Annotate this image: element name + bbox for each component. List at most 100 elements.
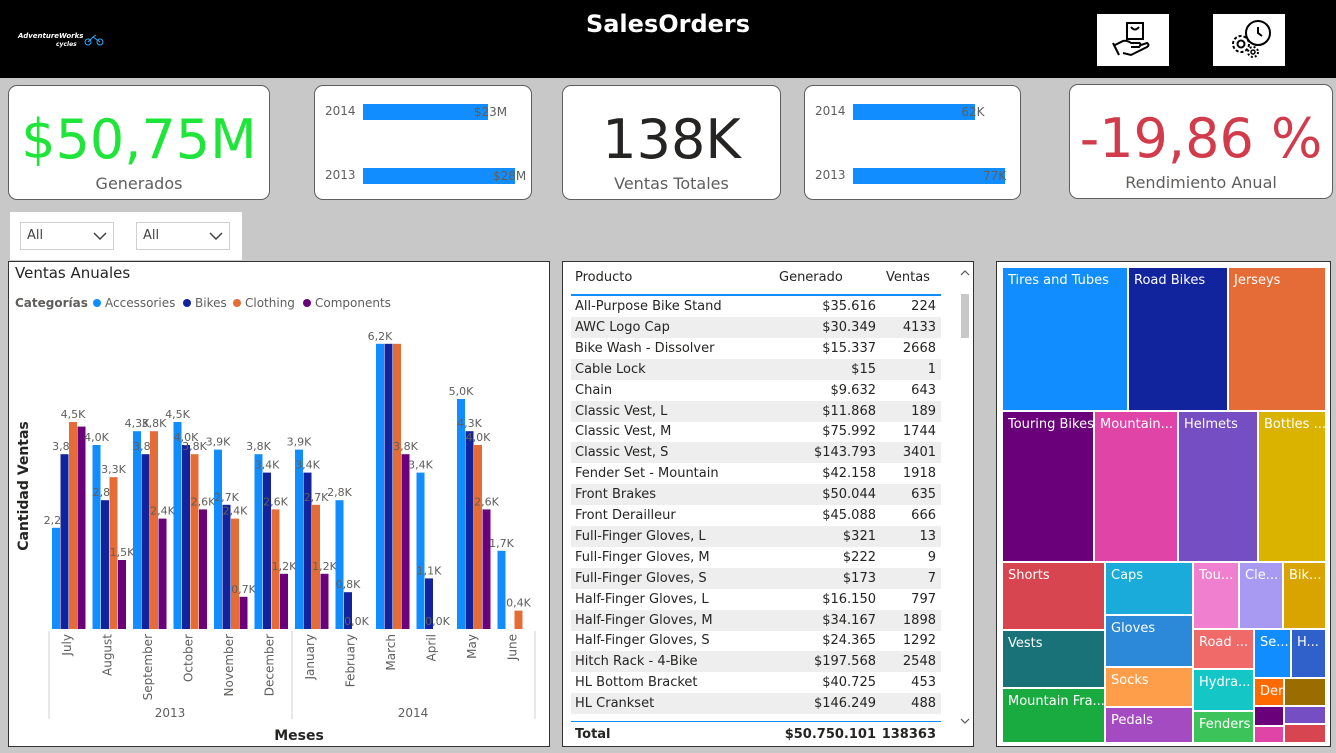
table-row[interactable]: Chain $9.632 643 (571, 380, 941, 401)
year-label: 2014 (815, 104, 846, 118)
table-row[interactable]: Full-Finger Gloves, M $222 9 (571, 547, 941, 568)
table-row[interactable]: AWC Logo Cap $30.349 4133 (571, 316, 941, 338)
data-label: 4,0K (466, 431, 491, 444)
table-row[interactable]: Fender Set - Mountain $42.158 1918 (571, 463, 941, 484)
revenue-cell: $11.868 (822, 403, 876, 419)
scroll-up-icon[interactable] (959, 268, 971, 278)
table-row[interactable]: HL Bottom Bracket $40.725 453 (571, 672, 941, 693)
treemap-tile[interactable]: Hydra... (1193, 669, 1254, 711)
treemap-tile[interactable]: Helmets (1178, 411, 1258, 562)
settings-page-button[interactable] (1213, 14, 1285, 66)
bar-accessories-november (214, 449, 222, 629)
category-slicer-dropdown[interactable]: All (136, 222, 230, 250)
sales-cell: 4133 (902, 319, 936, 335)
table-row[interactable]: Classic Vest, M $75.992 1744 (571, 421, 941, 442)
treemap-tile[interactable]: Road ... (1193, 629, 1254, 669)
product-cell: Full-Finger Gloves, S (575, 570, 707, 586)
treemap-tile[interactable]: Tou... (1193, 562, 1239, 629)
revenue-cell: $24.365 (822, 633, 876, 649)
treemap-tile[interactable]: Jerseys (1228, 267, 1326, 411)
month-tick-label: July (60, 634, 74, 657)
bar-clothing-june (514, 610, 523, 629)
treemap-tile[interactable]: Caps (1105, 562, 1193, 615)
product-cell: Bike Wash - Dissolver (575, 340, 715, 356)
treemap-tile-small[interactable] (1284, 678, 1326, 706)
data-label: 4,3K (457, 417, 482, 430)
table-row[interactable]: Front Derailleur $45.088 666 (571, 505, 941, 526)
table-row[interactable]: Front Brakes $50.044 635 (571, 484, 941, 506)
bar-components-december (280, 573, 288, 629)
table-row[interactable]: Half-Finger Gloves, M $34.167 1898 (571, 609, 941, 631)
product-cell: Half-Finger Gloves, L (575, 591, 709, 607)
table-row[interactable]: Cable Lock $15 1 (571, 358, 941, 380)
year-value-label: $28M (493, 169, 527, 183)
chevron-down-icon (209, 232, 223, 240)
x-axis-title: Meses (274, 728, 324, 744)
table-row[interactable]: Classic Vest, L $11.868 189 (571, 400, 941, 422)
year-slicer-dropdown[interactable]: All (20, 222, 114, 250)
bar-components-october (199, 509, 207, 629)
sales-page-button[interactable] (1097, 14, 1169, 66)
year-value-label: $23M (473, 105, 508, 119)
table-row[interactable]: HL Crankset $146.249 488 (571, 693, 941, 715)
treemap-tile[interactable]: Vests (1002, 630, 1105, 688)
category-treemap: Tires and Tubes Road Bikes Jerseys Touring … (1002, 267, 1326, 743)
treemap-tile[interactable]: H... (1291, 629, 1326, 678)
data-label: 1,2K (312, 560, 337, 573)
treemap-tile-small[interactable] (1254, 706, 1284, 726)
col-header-revenue[interactable]: Generado (779, 270, 843, 285)
filter-slicers: All All (10, 212, 242, 260)
treemap-tile[interactable]: Mountain... (1094, 411, 1178, 562)
treemap-tile[interactable]: Der... (1254, 678, 1284, 706)
treemap-tile[interactable]: Socks (1105, 667, 1193, 707)
product-cell: Full-Finger Gloves, L (575, 528, 706, 544)
treemap-tile[interactable]: Fenders (1193, 711, 1254, 743)
treemap-tile-small[interactable] (1284, 706, 1326, 724)
sales-cell: 7 (927, 570, 936, 586)
product-cell: Half-Finger Gloves, M (575, 612, 713, 628)
product-cell: Fender Set - Mountain (575, 466, 719, 482)
treemap-tile[interactable]: Tires and Tubes (1002, 267, 1128, 411)
treemap-tile[interactable]: Bottles ... (1258, 411, 1326, 562)
treemap-tile[interactable]: Road Bikes (1128, 267, 1228, 411)
table-row[interactable]: Half-Finger Gloves, L $16.150 797 (571, 589, 941, 610)
treemap-tile[interactable]: Touring Bikes (1002, 411, 1094, 562)
bar-accessories-march (376, 343, 384, 629)
year-bar[interactable] (363, 104, 488, 120)
treemap-tile[interactable]: Bik... (1283, 562, 1326, 629)
year-group-label: 2014 (398, 706, 429, 720)
table-row[interactable]: Hitch Rack - 4-Bike $197.568 2548 (571, 651, 941, 673)
treemap-tile-small[interactable] (1254, 726, 1284, 743)
revenue-cell: $42.158 (822, 466, 876, 482)
bar-components-september (158, 518, 167, 629)
product-cell: Classic Vest, L (575, 403, 668, 419)
data-label: 4,5K (61, 408, 86, 421)
col-header-sales[interactable]: Ventas (886, 270, 930, 285)
category-treemap-panel: Tires and Tubes Road Bikes Jerseys Touring … (996, 261, 1331, 747)
data-label: 3,8K (142, 417, 167, 430)
treemap-tile[interactable]: Pedals (1105, 707, 1193, 743)
bar-components-november (239, 596, 248, 629)
table-row[interactable]: Bike Wash - Dissolver $15.337 2668 (571, 338, 941, 359)
scroll-down-icon[interactable] (959, 716, 971, 726)
treemap-tile[interactable]: Cle... (1239, 562, 1283, 629)
treemap-tile[interactable]: Gloves (1105, 615, 1193, 667)
bar-accessories-july (52, 527, 60, 629)
scrollbar-thumb[interactable] (961, 294, 969, 338)
table-row[interactable]: Classic Vest, S $143.793 3401 (571, 442, 941, 464)
table-row[interactable]: Half-Finger Gloves, S $24.365 1292 (571, 630, 941, 651)
year-value-label: 62K (961, 105, 985, 119)
treemap-tile-small[interactable] (1284, 724, 1326, 743)
col-header-product[interactable]: Producto (575, 270, 632, 285)
table-row[interactable]: Full-Finger Gloves, S $173 7 (571, 567, 941, 589)
revenue-cell: $34.167 (822, 612, 876, 628)
treemap-tile[interactable]: Mountain Fra... (1002, 688, 1105, 743)
sales-cell: 13 (919, 528, 936, 544)
year-bar[interactable] (853, 104, 976, 120)
table-scrollbar[interactable] (959, 264, 971, 734)
table-row[interactable]: Full-Finger Gloves, L $321 13 (571, 525, 941, 547)
table-row[interactable]: All-Purpose Bike Stand $35.616 224 (571, 296, 941, 317)
treemap-tile[interactable]: Se... (1254, 629, 1291, 678)
treemap-tile[interactable]: Shorts (1002, 562, 1105, 630)
product-cell: Front Derailleur (575, 508, 676, 523)
